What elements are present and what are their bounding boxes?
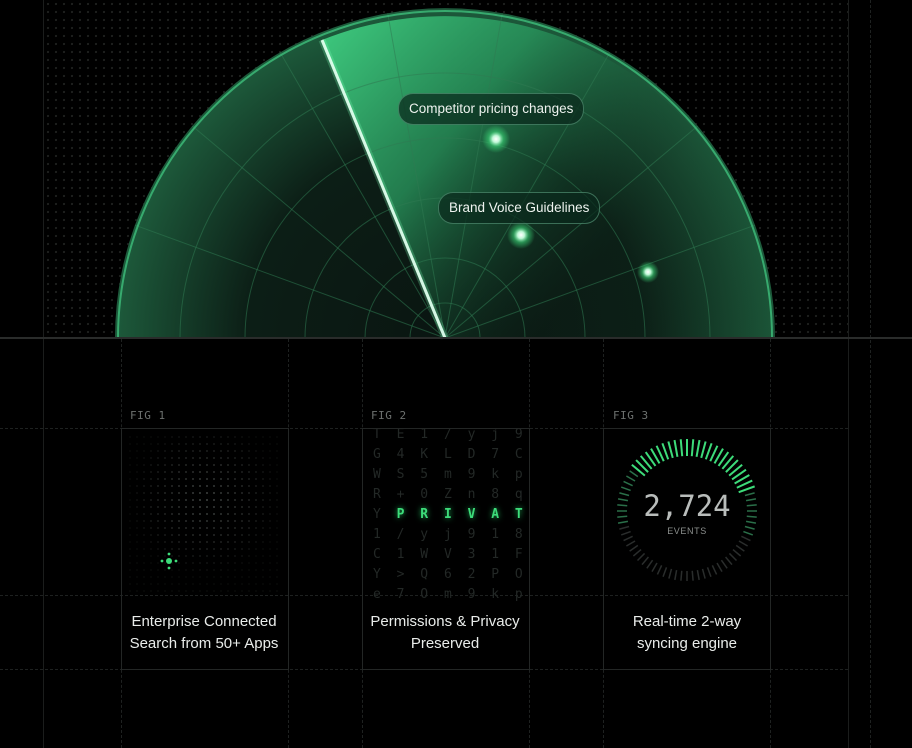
- event-counter: 2,724: [643, 489, 731, 523]
- feature-title-search: Enterprise Connected Search from 50+ App…: [114, 611, 294, 655]
- character-matrix: T E 1 / y j 9 a G 4 K L D 7 C V 9 W S 5 m …: [373, 428, 529, 605]
- matrix-row: 1 / y j 9 1 8 L 1: [373, 527, 527, 542]
- caption-line: Enterprise Connected: [131, 613, 277, 630]
- fig-2-label: FIG 2: [371, 409, 407, 422]
- radar-blip: [637, 261, 659, 283]
- radar-blip: [507, 221, 535, 249]
- matrix-row: R + 0 Z n 8 q H S: [373, 487, 527, 502]
- radar-graphic: [115, 8, 775, 340]
- radar-label-brand-voice[interactable]: Brand Voice Guidelines: [438, 192, 601, 224]
- event-counter-unit: EVENTS: [667, 526, 707, 536]
- matrix-row: Y > Q 6 2 P O y E: [373, 567, 527, 582]
- radar-label-competitor-pricing[interactable]: Competitor pricing changes: [398, 93, 585, 125]
- fig-3-label: FIG 3: [613, 409, 649, 422]
- matrix-row: T E 1 / y j 9 a: [373, 428, 527, 442]
- matrix-row: e 7 O m 9 k p 9: [373, 587, 527, 602]
- caption-line: Real-time 2-way: [632, 613, 742, 630]
- caption-line: Preserved: [410, 635, 480, 652]
- section-divider: [0, 337, 912, 339]
- matrix-row: Y P R I V A T E Z: [373, 505, 529, 525]
- active-app-dot: [166, 558, 172, 564]
- feature-title-sync: Real-time 2-way syncing engine: [597, 611, 777, 655]
- matrix-row: W S 5 m 9 k p O E: [373, 467, 527, 482]
- caption-line: Permissions & Privacy: [370, 613, 520, 630]
- feature-title-privacy: Permissions & Privacy Preserved: [355, 611, 535, 655]
- matrix-row: G 4 K L D 7 C V 9: [373, 447, 527, 462]
- radar-blip: [482, 125, 510, 153]
- app-dots-illustration: [129, 436, 278, 592]
- feature-showcase: Competitor pricing changes Brand Voice G…: [0, 0, 912, 748]
- fig-1-label: FIG 1: [130, 409, 166, 422]
- matrix-row: C 1 W V 3 1 F M 9: [373, 547, 527, 562]
- caption-line: syncing engine: [636, 635, 738, 652]
- caption-line: Search from 50+ Apps: [129, 635, 279, 652]
- private-highlight: P R I V A T E: [396, 507, 527, 522]
